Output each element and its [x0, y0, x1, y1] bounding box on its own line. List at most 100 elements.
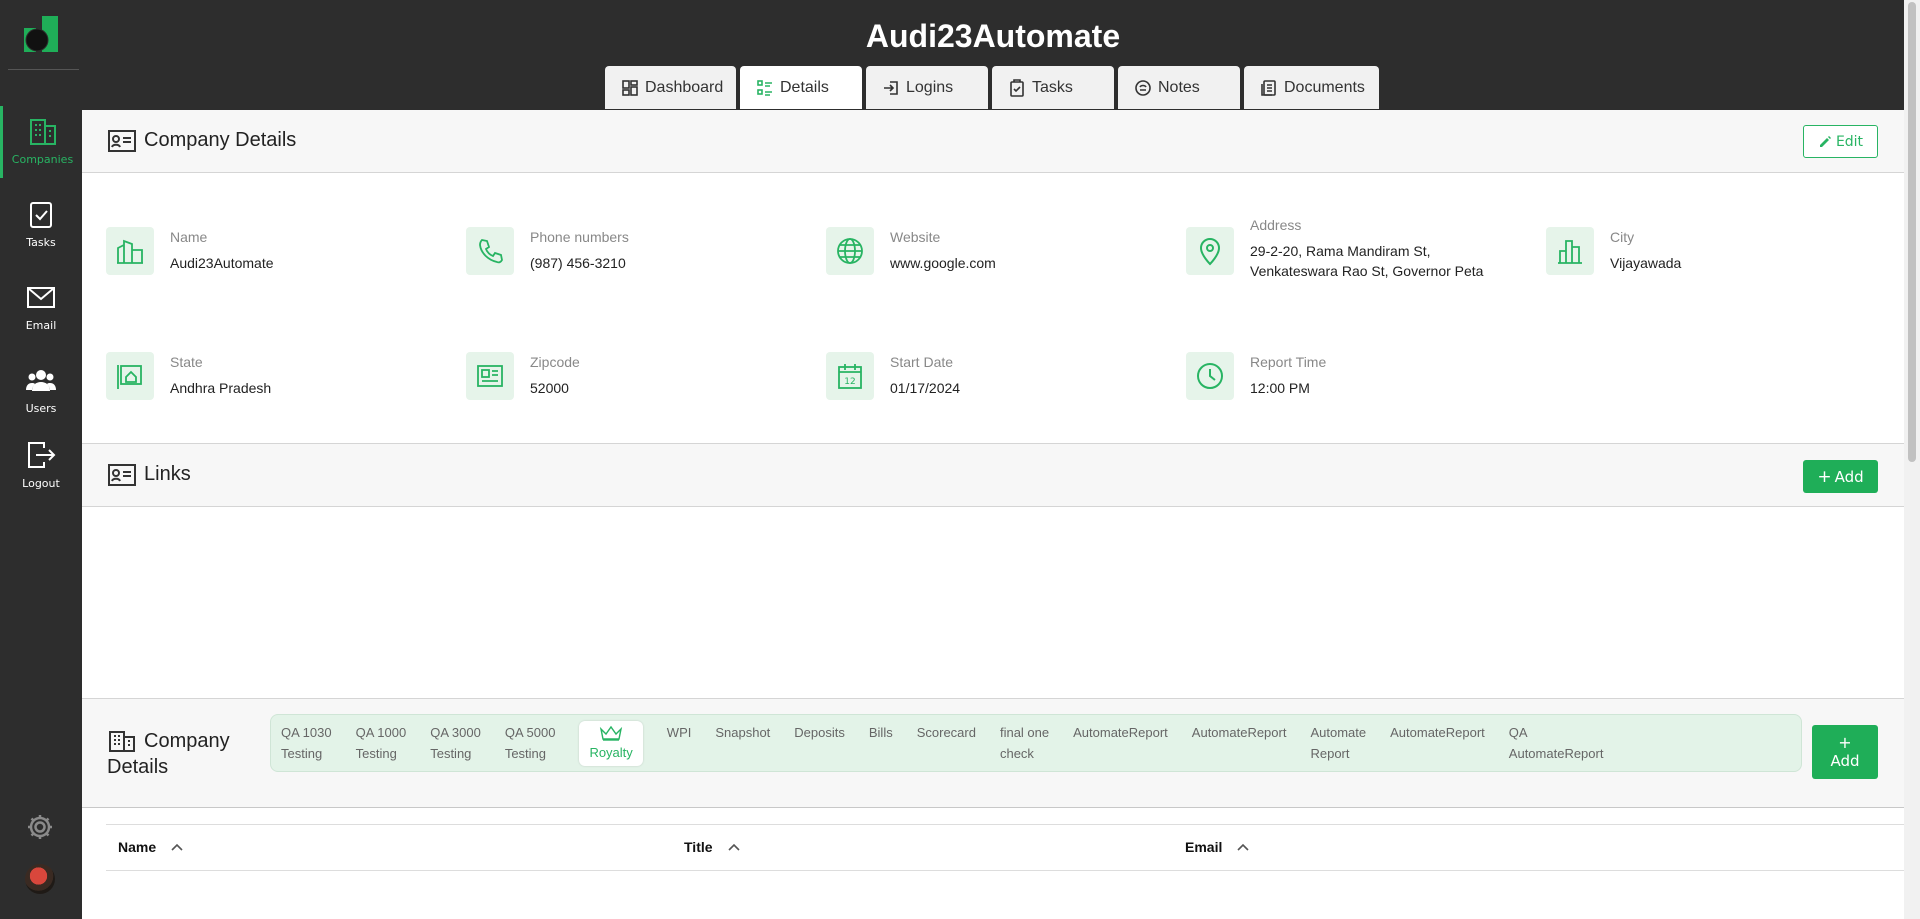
subtab-bills[interactable]: Bills: [869, 722, 893, 743]
sort-up-icon: [171, 843, 183, 851]
calendar-icon: 12: [838, 364, 862, 389]
sidebar-item-label: Companies: [11, 153, 74, 166]
subtab-wpi[interactable]: WPI: [667, 722, 692, 743]
subtab-scorecard[interactable]: Scorecard: [917, 722, 976, 743]
subtab-automate-report[interactable]: Automate Report: [1310, 722, 1366, 764]
field-value-line2: Venkateswara Rao St, Governor Peta: [1250, 263, 1484, 279]
tab-tasks[interactable]: Tasks: [992, 66, 1114, 109]
field-value: (987) 456-3210: [530, 255, 626, 271]
tab-label: Details: [780, 78, 829, 96]
tab-label: Documents: [1284, 78, 1365, 96]
section-title: Links: [108, 463, 191, 486]
tab-bar: Dashboard Details Logins Tasks Notes Doc…: [605, 66, 1379, 109]
sidebar-item-label: Logout: [22, 477, 60, 490]
subtab-line1: QA 1000: [355, 725, 407, 740]
field-label: State: [170, 354, 203, 370]
links-header: Links + Add: [82, 443, 1904, 507]
clock-icon: [1197, 363, 1223, 389]
sidebar-item-logout[interactable]: Logout: [0, 430, 82, 502]
field-value: 52000: [530, 380, 569, 396]
field-label: Address: [1250, 217, 1302, 233]
scrollbar-thumb[interactable]: [1908, 2, 1916, 462]
subtab-automatereport-3[interactable]: AutomateReport: [1390, 722, 1485, 743]
sidebar-divider: [8, 69, 79, 70]
subtab-deposits[interactable]: Deposits: [794, 722, 845, 743]
subtab-qa-1030[interactable]: QA 1030 Testing: [281, 722, 332, 764]
field-value: 01/17/2024: [890, 380, 961, 396]
sidebar-item-tasks[interactable]: Tasks: [0, 189, 82, 261]
subtab-automatereport-2[interactable]: AutomateReport: [1192, 722, 1287, 743]
contacts-title: Company: [108, 727, 230, 755]
id-card-icon: [108, 463, 136, 486]
tab-documents[interactable]: Documents: [1244, 66, 1379, 109]
subtab-automatereport-1[interactable]: AutomateReport: [1073, 722, 1168, 743]
tab-label: Logins: [906, 78, 954, 96]
field-icon-wrap: [106, 352, 154, 400]
contact-group-tabs: QA 1030 Testing QA 1000 Testing QA 3000 Tes…: [270, 714, 1802, 772]
column-header-title[interactable]: Title: [684, 839, 741, 855]
field-icon-wrap: [466, 352, 514, 400]
subtab-line1: WPI: [666, 725, 692, 740]
sidebar-item-email[interactable]: Email: [0, 272, 82, 344]
subtab-qa-1000[interactable]: QA 1000 Testing: [356, 722, 407, 764]
field-label: City: [1610, 229, 1635, 245]
tab-label: Dashboard: [645, 78, 724, 96]
field-label: Report Time: [1250, 354, 1327, 370]
sidebar-item-label: Tasks: [26, 236, 56, 249]
tab-dashboard[interactable]: Dashboard: [605, 66, 736, 109]
city-buildings-icon: [117, 239, 143, 264]
app-logo-icon[interactable]: [20, 16, 60, 58]
users-icon: [26, 370, 56, 391]
subtab-qa-5000[interactable]: QA 5000 Testing: [505, 722, 556, 764]
section-title: Company Details: [108, 129, 296, 152]
page-scrollbar[interactable]: [1904, 0, 1920, 919]
tab-details[interactable]: Details: [740, 66, 862, 109]
subtab-line2: check: [999, 746, 1034, 761]
subtab-line2: Testing: [430, 746, 472, 761]
column-header-email[interactable]: Email: [1185, 839, 1250, 855]
subtab-final-one-check[interactable]: final one check: [1000, 722, 1049, 764]
add-link-button[interactable]: + Add: [1803, 460, 1878, 493]
field-value: www.google.com: [890, 255, 996, 271]
sidebar-item-users[interactable]: Users: [0, 355, 82, 427]
sidebar-item-companies[interactable]: Companies: [0, 106, 82, 178]
field-value-line1: 29-2-20, Rama Mandiram St,: [1250, 243, 1431, 259]
phone-icon: [479, 239, 503, 264]
documents-icon: [1261, 79, 1276, 96]
subtab-royalty[interactable]: Royalty: [579, 720, 643, 766]
field-value: Audi23Automate: [170, 255, 274, 271]
column-header-name[interactable]: Name: [118, 839, 184, 855]
plus-icon: +: [1817, 466, 1832, 487]
field-icon-wrap: [1546, 227, 1594, 275]
contacts-title-line1: Company: [144, 730, 230, 752]
field-icon-wrap: [466, 227, 514, 275]
subtab-qa-automatereport[interactable]: QA AutomateReport: [1509, 722, 1604, 764]
map-pin-icon: [1199, 238, 1221, 266]
add-link-button-label: Add: [1834, 467, 1864, 486]
tab-logins[interactable]: Logins: [866, 66, 988, 109]
svg-text:12: 12: [844, 377, 855, 387]
tab-notes[interactable]: Notes: [1118, 66, 1240, 109]
app-title: Audi23Automate: [865, 18, 1121, 54]
subtab-line1: QA 3000: [430, 725, 481, 740]
field-address: Address 29-2-20, Rama Mandiram St, Venka…: [1186, 217, 1484, 281]
subtab-line2: Testing: [281, 746, 323, 761]
edit-button-label: Edit: [1835, 133, 1864, 150]
add-contact-group-label: Add: [1830, 752, 1860, 770]
avatar[interactable]: [25, 864, 55, 894]
edit-button[interactable]: Edit: [1803, 125, 1878, 158]
subtab-snapshot[interactable]: Snapshot: [715, 722, 770, 743]
subtab-line1: Scorecard: [916, 725, 976, 740]
contacts-table-header: Name Title Email: [106, 824, 1904, 871]
plus-icon: +: [1838, 733, 1852, 752]
field-label: Name: [170, 229, 208, 245]
field-icon-wrap: [826, 227, 874, 275]
subtab-qa-3000[interactable]: QA 3000 Testing: [430, 722, 481, 764]
subtab-line1: Deposits: [794, 725, 845, 740]
sidebar-item-label: Users: [25, 402, 57, 415]
city-icon: [1558, 240, 1582, 264]
field-city: City Vijayawada: [1546, 227, 1681, 275]
field-value: 12:00 PM: [1250, 380, 1310, 396]
add-contact-group-button[interactable]: + Add: [1812, 725, 1878, 779]
gear-icon[interactable]: [25, 812, 55, 842]
